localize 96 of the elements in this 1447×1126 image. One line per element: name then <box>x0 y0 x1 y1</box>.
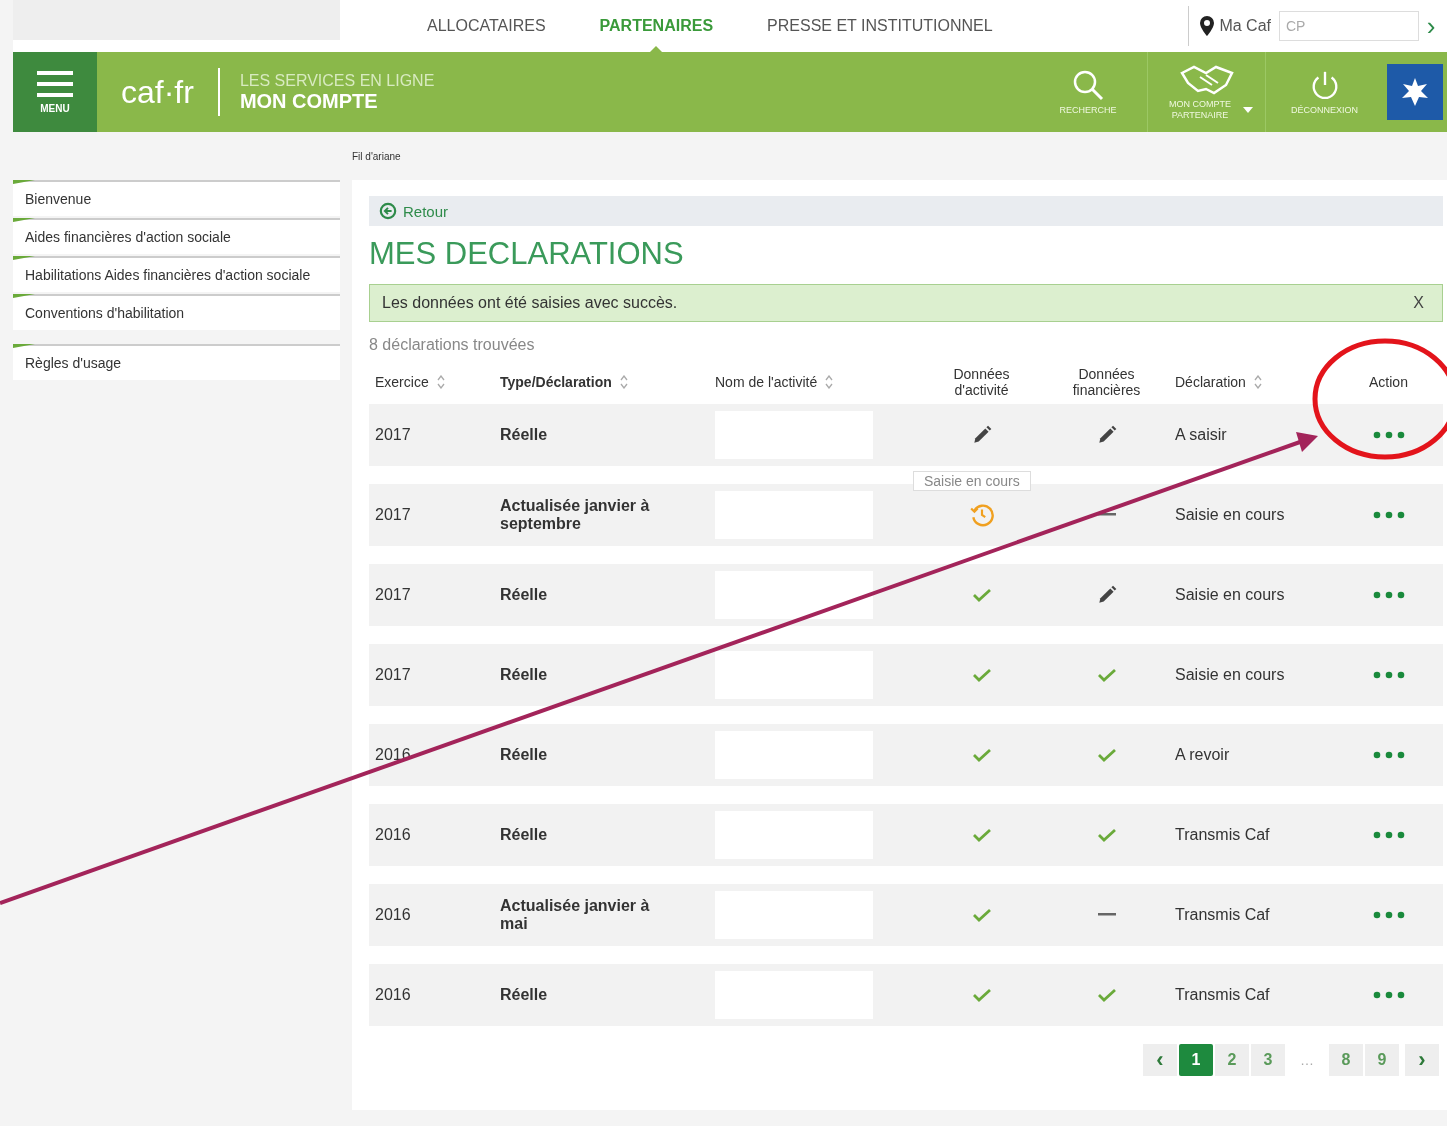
service-title: MON COMPTE <box>239 89 379 113</box>
table-cell-text: Saisie en cours <box>1174 586 1286 604</box>
sidebar-item[interactable]: Aides financières d'action sociale <box>13 218 340 254</box>
sort-icon[interactable] <box>436 375 445 389</box>
check-icon <box>971 827 992 843</box>
location-pin-icon <box>1199 16 1216 36</box>
back-icon <box>379 202 397 220</box>
more-icon <box>1372 671 1405 679</box>
more-icon <box>1372 431 1405 439</box>
table-cell-text: A saisir <box>1174 426 1228 444</box>
nav-tab[interactable]: PARTENAIRES <box>597 0 716 52</box>
sort-icon[interactable] <box>825 375 834 389</box>
nav-tab[interactable]: PRESSE ET INSTITUTIONNEL <box>765 0 995 52</box>
more-icon <box>1372 831 1405 839</box>
caret-icon <box>1243 107 1253 113</box>
previous-page-button[interactable]: ‹ <box>1143 1044 1177 1076</box>
sort-icon[interactable] <box>1253 375 1262 389</box>
table-cell-text: A revoir <box>1174 746 1231 764</box>
page-button[interactable]: 9 <box>1365 1044 1399 1076</box>
column-header: Type/Déclaration <box>500 374 612 390</box>
table-cell-text: 2016 <box>374 826 412 844</box>
page-button[interactable]: 8 <box>1329 1044 1363 1076</box>
more-icon <box>1372 991 1405 999</box>
menu-button[interactable]: MENU <box>13 52 97 132</box>
check-icon <box>971 987 992 1003</box>
check-icon <box>971 747 992 763</box>
column-header: Nom de l'activité <box>715 374 818 390</box>
ma-caf-link[interactable]: Ma Caf <box>1199 16 1279 36</box>
result-count: 8 déclarations trouvées <box>369 336 536 354</box>
sidebar-item[interactable]: Habilitations Aides financières d'action sociale <box>13 256 340 292</box>
check-icon <box>1096 747 1117 763</box>
table-cell-text: Réelle <box>499 666 549 684</box>
column-header: Action <box>1368 374 1409 390</box>
more-icon <box>1372 751 1405 759</box>
column-header: Données d'activité <box>952 366 1011 398</box>
table-cell-text: Réelle <box>499 826 549 844</box>
sidebar-item[interactable]: Règles d'usage <box>13 344 340 380</box>
table-cell-text: Saisie en cours <box>1174 506 1286 524</box>
page-title: MES DECLARATIONS <box>369 236 685 272</box>
logo[interactable]: caf·fr <box>121 73 194 111</box>
table-cell-text: Actualisée janvier à septembre <box>499 497 651 533</box>
check-icon <box>971 587 992 603</box>
table-cell-text: 2017 <box>374 666 412 684</box>
table-cell-text: 2017 <box>374 506 412 524</box>
table-cell-text: Réelle <box>499 426 549 444</box>
close-button[interactable]: X <box>1407 293 1430 313</box>
check-icon <box>1096 827 1117 843</box>
alert-message: Les données ont été saisies avec succès. <box>382 294 678 312</box>
account-button[interactable]: MON COMPTE PARTENAIRE <box>1147 52 1265 132</box>
service-label: LES SERVICES EN LIGNE <box>239 71 435 90</box>
action-label: MON COMPTE PARTENAIRE <box>1168 99 1232 121</box>
table-cell-text: 2016 <box>374 986 412 1004</box>
search-icon <box>1071 68 1105 101</box>
handshake-icon <box>1179 63 1234 95</box>
menu-icon <box>37 70 73 97</box>
page-button[interactable]: 2 <box>1215 1044 1249 1076</box>
table-cell-text: Transmis Caf <box>1174 986 1271 1004</box>
sidebar-item[interactable]: Bienvenue <box>13 180 340 216</box>
breadcrumb: Fil d'ariane <box>352 150 401 162</box>
table-cell-text: Réelle <box>499 746 549 764</box>
nav-tab[interactable]: ALLOCATAIRES <box>425 0 548 52</box>
check-icon <box>1096 987 1117 1003</box>
next-page-button[interactable]: › <box>1405 1044 1439 1076</box>
check-icon <box>971 667 992 683</box>
table-cell-text: 2016 <box>374 906 412 924</box>
table-cell-text: Transmis Caf <box>1174 826 1271 844</box>
sort-icon[interactable] <box>619 375 628 389</box>
search-button[interactable]: RECHERCHE <box>1029 52 1147 132</box>
check-icon <box>971 907 992 923</box>
logo-badge-icon <box>1387 64 1443 120</box>
table-cell-text: 2017 <box>374 426 412 444</box>
column-header: Déclaration <box>1175 374 1246 390</box>
check-icon <box>1096 667 1117 683</box>
dash-icon <box>1097 913 1116 917</box>
table-cell-text: Réelle <box>499 986 549 1004</box>
page-button[interactable]: 3 <box>1251 1044 1285 1076</box>
action-label: DÉCONNEXION <box>1291 104 1358 116</box>
action-label: RECHERCHE <box>1059 104 1117 116</box>
page-button[interactable]: 1 <box>1179 1044 1213 1076</box>
postcode-field[interactable]: CP <box>1279 11 1419 41</box>
column-header: Exercice <box>375 374 429 390</box>
back-link[interactable]: Retour <box>379 202 449 220</box>
logout-button[interactable]: DÉCONNEXION <box>1265 52 1383 132</box>
more-icon <box>1372 591 1405 599</box>
tooltip: Saisie en cours <box>913 471 1031 491</box>
sidebar-item[interactable]: Conventions d'habilitation <box>13 294 340 330</box>
more-icon <box>1372 911 1405 919</box>
table-cell-text: Actualisée janvier à mai <box>499 897 651 933</box>
table-cell-text: Saisie en cours <box>1174 666 1286 684</box>
table-cell-text: Réelle <box>499 586 549 604</box>
table-cell-text: Transmis Caf <box>1174 906 1271 924</box>
dash-icon <box>1097 513 1116 517</box>
table-cell-text: 2017 <box>374 586 412 604</box>
more-icon <box>1372 511 1405 519</box>
page-ellipsis: … <box>1299 1052 1315 1068</box>
column-header: Données financières <box>1071 366 1142 398</box>
